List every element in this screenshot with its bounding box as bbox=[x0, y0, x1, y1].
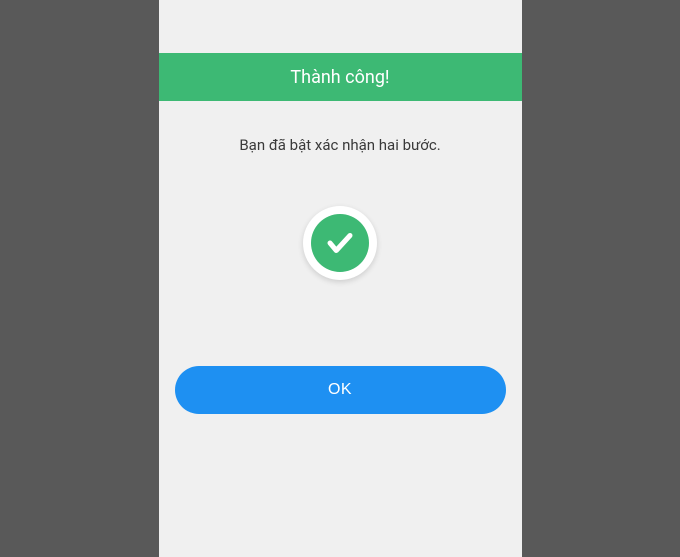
ok-button[interactable]: OK bbox=[175, 366, 506, 414]
success-header: Thành công! bbox=[159, 53, 522, 101]
top-spacer bbox=[159, 0, 522, 53]
success-title: Thành công! bbox=[290, 67, 389, 88]
success-message: Bạn đã bật xác nhận hai bước. bbox=[239, 136, 440, 154]
ok-button-label: OK bbox=[328, 381, 352, 399]
icon-area bbox=[159, 154, 522, 280]
success-dialog-screen: Thành công! Bạn đã bật xác nhận hai bước… bbox=[159, 0, 522, 557]
button-area: OK bbox=[159, 280, 522, 414]
message-area: Bạn đã bật xác nhận hai bước. bbox=[159, 101, 522, 154]
checkmark-success-icon bbox=[311, 214, 369, 272]
check-circle-wrapper bbox=[303, 206, 377, 280]
